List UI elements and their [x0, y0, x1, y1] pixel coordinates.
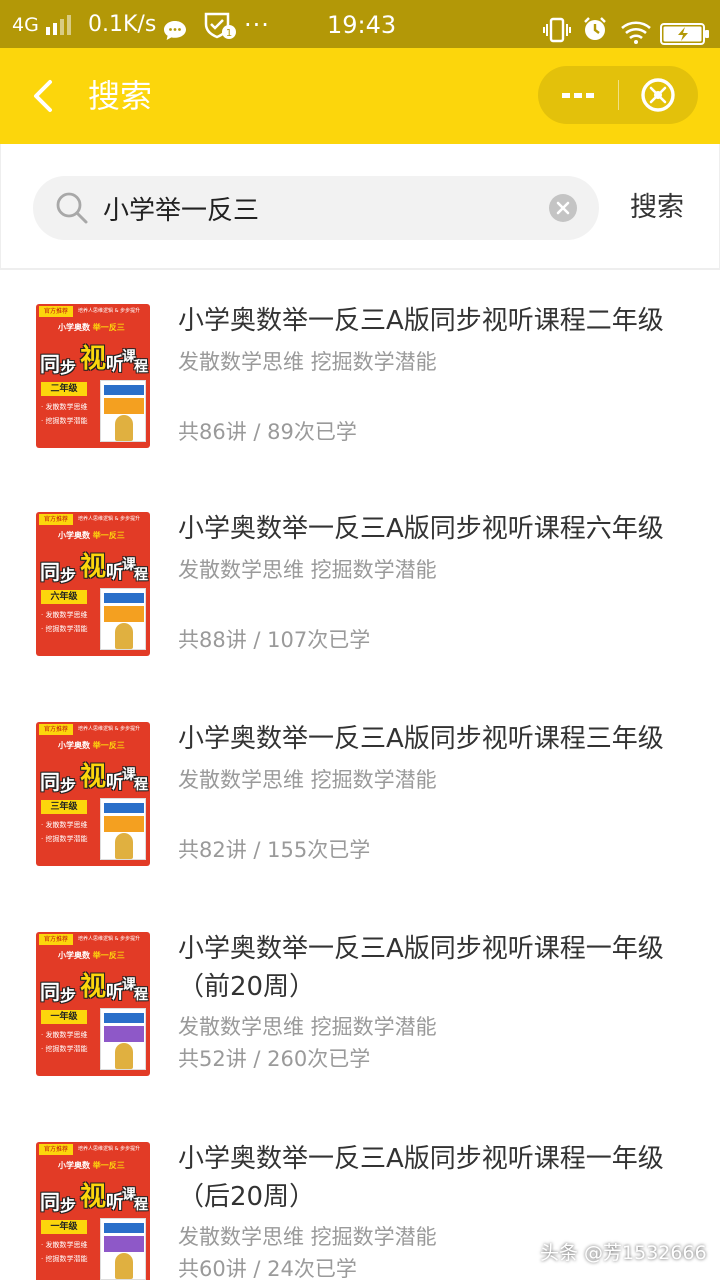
cover-slogan: 培养人思维逻辑 & 步步提升	[78, 936, 141, 942]
course-description: 发散数学思维 挖掘数学潜能	[178, 1225, 437, 1249]
cover-headline: 同 步 视 听 课 程	[40, 552, 148, 585]
cover-slogan: 培养人思维逻辑 & 步步提升	[78, 308, 141, 314]
cover-feature: · 挖掘数学潜能	[41, 625, 88, 633]
course-item[interactable]: 官方推荐 培养人思维逻辑 & 步步提升 小学奥数 举一反三 同 步 视 听 课 …	[0, 690, 720, 900]
course-cover-image: 官方推荐 培养人思维逻辑 & 步步提升 小学奥数 举一反三 同 步 视 听 课 …	[36, 932, 150, 1076]
course-description: 发散数学思维 挖掘数学潜能	[178, 558, 437, 582]
cover-badge: 官方推荐	[39, 306, 73, 317]
network-speed: 0.1K/s	[88, 12, 157, 37]
course-title: 小学奥数举一反三A版同步视听课程一年级（前20周）	[178, 934, 664, 1002]
more-button[interactable]	[538, 66, 618, 124]
search-button[interactable]: 搜索	[630, 190, 684, 226]
cover-grade: 三年级	[41, 800, 87, 814]
back-button[interactable]	[28, 76, 62, 116]
cover-feature: · 发散数学思维	[41, 1241, 88, 1249]
cover-badge: 官方推荐	[39, 514, 73, 525]
clear-search-button[interactable]	[549, 194, 577, 222]
cover-subtitle: 小学奥数 举一反三	[58, 741, 125, 750]
cover-badge: 官方推荐	[39, 934, 73, 945]
course-description: 发散数学思维 挖掘数学潜能	[178, 1015, 437, 1039]
chat-bubble-icon	[162, 12, 188, 40]
signal-icon	[46, 13, 71, 35]
cover-grade: 二年级	[41, 382, 87, 396]
cover-headline: 同 步 视 听 课 程	[40, 1182, 148, 1215]
vibrate-icon	[542, 12, 572, 43]
cover-badge: 官方推荐	[39, 1144, 73, 1155]
search-input[interactable]	[103, 176, 533, 240]
cover-feature: · 挖掘数学潜能	[41, 835, 88, 843]
course-title: 小学奥数举一反三A版同步视听课程二年级	[178, 306, 664, 336]
course-item[interactable]: 官方推荐 培养人思维逻辑 & 步步提升 小学奥数 举一反三 同 步 视 听 课 …	[0, 900, 720, 1110]
search-icon	[56, 192, 88, 224]
course-stats: 共52讲 / 260次已学	[178, 1047, 371, 1071]
cover-subtitle: 小学奥数 举一反三	[58, 531, 125, 540]
search-bar-area	[0, 144, 720, 270]
course-item[interactable]: 官方推荐 培养人思维逻辑 & 步步提升 小学奥数 举一反三 同 步 视 听 课 …	[0, 480, 720, 690]
cover-grade: 一年级	[41, 1220, 87, 1234]
cover-feature: · 挖掘数学潜能	[41, 1255, 88, 1263]
wifi-icon	[620, 13, 652, 44]
cover-slogan: 培养人思维逻辑 & 步步提升	[78, 516, 141, 522]
course-description: 发散数学思维 挖掘数学潜能	[178, 768, 437, 792]
course-title: 小学奥数举一反三A版同步视听课程六年级	[178, 514, 664, 544]
cover-book-image	[100, 798, 146, 860]
cover-slogan: 培养人思维逻辑 & 步步提升	[78, 726, 141, 732]
cover-book-image	[100, 1008, 146, 1070]
cover-feature: · 挖掘数学潜能	[41, 417, 88, 425]
network-type: 4G	[12, 14, 39, 36]
course-stats: 共60讲 / 24次已学	[178, 1257, 357, 1280]
cover-book-image	[100, 588, 146, 650]
cover-feature: · 发散数学思维	[41, 403, 88, 411]
svg-text:1: 1	[226, 28, 232, 39]
clear-icon	[549, 194, 577, 222]
course-item[interactable]: 官方推荐 培养人思维逻辑 & 步步提升 小学奥数 举一反三 同 步 视 听 课 …	[0, 272, 720, 482]
cover-feature: · 发散数学思维	[41, 821, 88, 829]
clock-time: 19:43	[327, 11, 397, 39]
course-title: 小学奥数举一反三A版同步视听课程一年级（后20周）	[178, 1144, 664, 1212]
more-dots-icon	[562, 93, 594, 98]
chevron-left-icon	[34, 80, 52, 112]
course-stats: 共88讲 / 107次已学	[178, 628, 371, 652]
course-stats: 共86讲 / 89次已学	[178, 420, 357, 444]
close-circle-icon	[641, 78, 675, 112]
search-box	[33, 176, 599, 240]
cover-subtitle: 小学奥数 举一反三	[58, 1161, 125, 1170]
nav-header: 搜索	[0, 48, 720, 144]
course-description: 发散数学思维 挖掘数学潜能	[178, 350, 437, 374]
alarm-icon	[582, 11, 608, 40]
course-stats: 共82讲 / 155次已学	[178, 838, 371, 862]
cover-headline: 同 步 视 听 课 程	[40, 762, 148, 795]
close-mini-program-button[interactable]	[618, 66, 698, 124]
cover-book-image	[100, 380, 146, 442]
mini-program-capsule	[538, 66, 698, 124]
cover-book-image	[100, 1218, 146, 1280]
course-title: 小学奥数举一反三A版同步视听课程三年级	[178, 724, 664, 754]
shield-icon: 1	[202, 9, 236, 39]
cover-feature: · 发散数学思维	[41, 611, 88, 619]
course-cover-image: 官方推荐 培养人思维逻辑 & 步步提升 小学奥数 举一反三 同 步 视 听 课 …	[36, 512, 150, 656]
cover-grade: 六年级	[41, 590, 87, 604]
cover-subtitle: 小学奥数 举一反三	[58, 323, 125, 332]
status-bar: 4G 0.1K/s 1 ··· 19:43	[0, 0, 720, 48]
cover-headline: 同 步 视 听 课 程	[40, 344, 148, 377]
page-title: 搜索	[88, 77, 153, 115]
course-cover-image: 官方推荐 培养人思维逻辑 & 步步提升 小学奥数 举一反三 同 步 视 听 课 …	[36, 722, 150, 866]
course-cover-image: 官方推荐 培养人思维逻辑 & 步步提升 小学奥数 举一反三 同 步 视 听 课 …	[36, 304, 150, 448]
more-notifications: ···	[244, 11, 270, 39]
cover-grade: 一年级	[41, 1010, 87, 1024]
cover-feature: · 挖掘数学潜能	[41, 1045, 88, 1053]
watermark-text: 头条 @芳1532666	[540, 1242, 707, 1264]
course-cover-image: 官方推荐 培养人思维逻辑 & 步步提升 小学奥数 举一反三 同 步 视 听 课 …	[36, 1142, 150, 1280]
cover-headline: 同 步 视 听 课 程	[40, 972, 148, 1005]
battery-charging-icon	[660, 14, 710, 45]
cover-badge: 官方推荐	[39, 724, 73, 735]
cover-subtitle: 小学奥数 举一反三	[58, 951, 125, 960]
cover-slogan: 培养人思维逻辑 & 步步提升	[78, 1146, 141, 1152]
cover-feature: · 发散数学思维	[41, 1031, 88, 1039]
